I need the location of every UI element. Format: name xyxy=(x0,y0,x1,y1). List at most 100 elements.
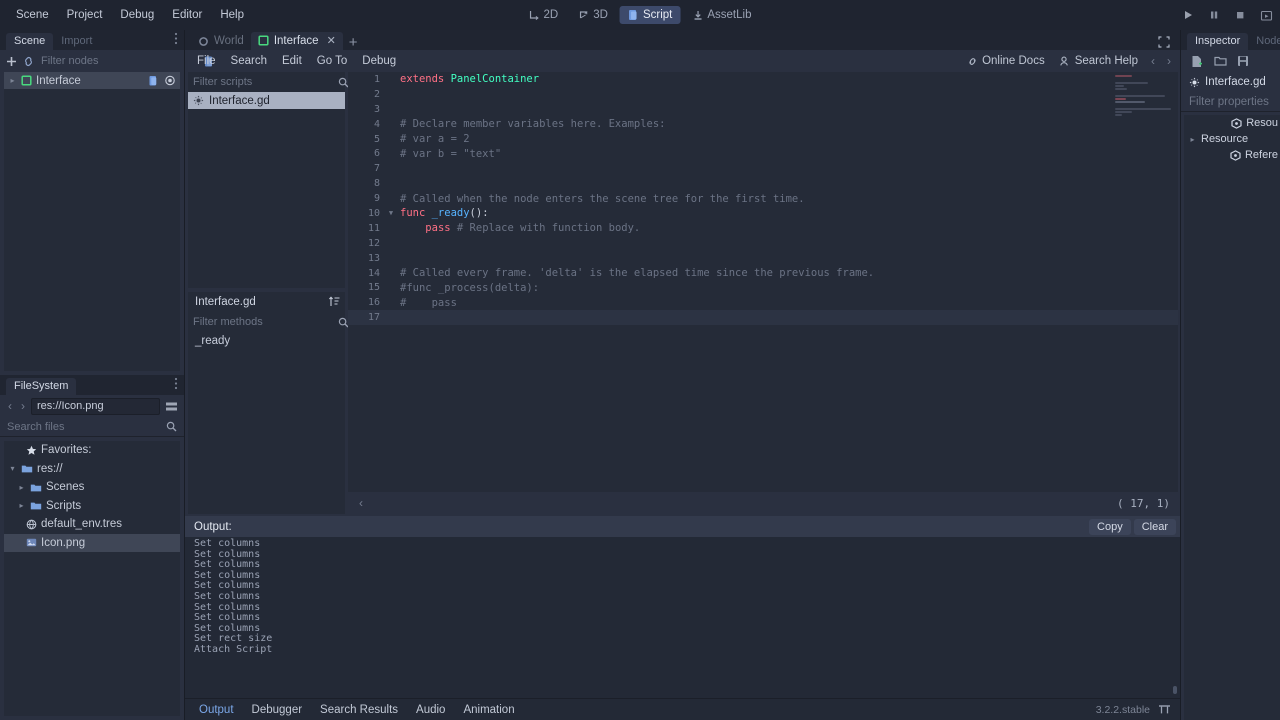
filesystem-tree[interactable]: Favorites: ▾ res:// ▸ Scenes ▸ Scripts d… xyxy=(4,441,180,716)
clear-button[interactable]: Clear xyxy=(1133,518,1176,535)
code-line[interactable]: 15 #func _process(delta): xyxy=(348,280,1178,295)
close-icon[interactable]: ✕ xyxy=(327,34,336,47)
chevron-right-icon[interactable]: ▸ xyxy=(1188,135,1197,144)
filter-methods-field[interactable] xyxy=(188,312,349,332)
code-line[interactable]: 2 xyxy=(348,87,1178,102)
menu-project[interactable]: Project xyxy=(59,6,111,24)
output-log[interactable]: Set columns Set columns Set columns Set col… xyxy=(185,537,1180,698)
output-scrollbar[interactable] xyxy=(1173,686,1177,694)
history-next-icon[interactable]: › xyxy=(1164,54,1174,68)
filesystem-item-favorites[interactable]: Favorites: xyxy=(4,441,180,460)
code-line[interactable]: 16 # pass xyxy=(348,295,1178,310)
code-line[interactable]: 1 extends PanelContainer xyxy=(348,72,1178,87)
script-menu-search[interactable]: Search xyxy=(224,53,274,69)
filesystem-item-default-env[interactable]: default_env.tres xyxy=(4,515,180,534)
filter-nodes-field[interactable] xyxy=(39,54,199,68)
menu-debug[interactable]: Debug xyxy=(112,6,162,24)
scene-tab-world[interactable]: World xyxy=(191,33,251,50)
code-line[interactable]: 3 xyxy=(348,102,1178,117)
code-line[interactable]: 13 xyxy=(348,251,1178,266)
dock-tab-import[interactable]: Import xyxy=(53,33,100,50)
filesystem-item-res-root[interactable]: ▾ res:// xyxy=(4,460,180,479)
path-forward-icon[interactable]: › xyxy=(18,399,28,413)
online-docs-button[interactable]: Online Docs xyxy=(963,53,1049,69)
code-editor[interactable]: 1 extends PanelContainer 2 3 4 # Declare memb… xyxy=(348,72,1178,492)
path-back-icon[interactable]: ‹ xyxy=(5,399,15,413)
dock-tab-inspector[interactable]: Inspector xyxy=(1187,33,1249,50)
stop-icon[interactable] xyxy=(1232,7,1248,23)
code-line[interactable]: 14 # Called every frame. 'delta' is the e… xyxy=(348,266,1178,281)
filesystem-item-icon-png[interactable]: Icon.png xyxy=(4,533,180,552)
sort-members-icon[interactable] xyxy=(328,296,341,308)
filesystem-search-field[interactable] xyxy=(0,417,184,437)
status-tab-debugger[interactable]: Debugger xyxy=(244,702,311,718)
new-resource-icon[interactable] xyxy=(1189,53,1205,69)
code-minimap[interactable] xyxy=(1112,74,1174,126)
inspector-resource-row[interactable]: Interface.gd xyxy=(1181,72,1280,92)
code-line[interactable]: 6 # var b = "text" xyxy=(348,146,1178,161)
dock-tab-node[interactable]: Node xyxy=(1248,33,1280,50)
code-line[interactable]: 5 # var a = 2 xyxy=(348,132,1178,147)
script-list-item-interface-gd[interactable]: Interface.gd xyxy=(188,92,345,109)
history-prev-icon[interactable]: ‹ xyxy=(1148,54,1158,68)
layout-icon[interactable] xyxy=(1158,704,1171,715)
distraction-free-icon[interactable] xyxy=(1158,36,1170,48)
mode-button-2d[interactable]: 2D xyxy=(521,6,567,24)
menu-scene[interactable]: Scene xyxy=(8,6,57,24)
filesystem-path-field[interactable]: res://Icon.png xyxy=(31,397,160,415)
script-menu-edit[interactable]: Edit xyxy=(275,53,309,69)
attached-script-icon[interactable] xyxy=(148,75,159,87)
instance-child-scene-icon[interactable] xyxy=(22,53,35,69)
filesystem-item-scenes[interactable]: ▸ Scenes xyxy=(4,478,180,497)
search-help-button[interactable]: Search Help xyxy=(1055,53,1142,69)
member-item-ready[interactable]: _ready xyxy=(188,332,345,349)
script-menu-goto[interactable]: Go To xyxy=(310,53,354,69)
code-line[interactable]: 8 xyxy=(348,176,1178,191)
load-resource-icon[interactable] xyxy=(1212,53,1228,69)
inspector-prop-resource-class[interactable]: Resou xyxy=(1184,115,1280,131)
filter-scripts-field[interactable] xyxy=(188,72,349,92)
inspector-filter-field[interactable]: Filter properties xyxy=(1181,92,1280,112)
status-tab-search-results[interactable]: Search Results xyxy=(312,702,406,718)
code-line[interactable]: 10 ▼ func _ready(): xyxy=(348,206,1178,221)
play-icon[interactable] xyxy=(1180,7,1196,23)
mode-button-script[interactable]: Script xyxy=(619,6,681,24)
inspector-prop-resource-section[interactable]: ▸ Resource xyxy=(1184,131,1280,147)
mode-button-3d[interactable]: 3D xyxy=(570,6,616,24)
chevron-down-icon[interactable]: ▾ xyxy=(8,464,17,473)
pause-icon[interactable] xyxy=(1206,7,1222,23)
members-overview-list[interactable]: _ready xyxy=(188,332,345,514)
play-custom-scene-icon[interactable] xyxy=(1258,7,1274,23)
statusbar-collapse-icon[interactable]: ‹ xyxy=(356,496,366,510)
inspector-prop-reference-class[interactable]: Refere xyxy=(1184,147,1280,163)
code-line[interactable]: 17 xyxy=(348,310,1178,326)
scene-tree[interactable]: ▸ Interface xyxy=(4,72,180,371)
chevron-right-icon[interactable]: ▸ xyxy=(8,76,17,85)
menu-editor[interactable]: Editor xyxy=(164,6,210,24)
chevron-right-icon[interactable]: ▸ xyxy=(17,483,26,492)
menu-help[interactable]: Help xyxy=(212,6,252,24)
script-list[interactable]: Interface.gd xyxy=(188,92,345,288)
filesystem-search-input[interactable] xyxy=(7,420,163,433)
scene-tab-interface[interactable]: Interface ✕ xyxy=(250,32,343,50)
mode-button-assetlib[interactable]: AssetLib xyxy=(684,6,759,24)
scene-tree-row-interface[interactable]: ▸ Interface xyxy=(4,72,180,89)
script-menu-file[interactable]: File xyxy=(190,53,223,69)
code-line[interactable]: 7 xyxy=(348,161,1178,176)
inspector-properties[interactable]: Resou ▸ Resource Refere xyxy=(1184,115,1280,720)
add-node-icon[interactable] xyxy=(5,53,18,69)
dock-options-icon[interactable] xyxy=(174,32,178,45)
add-scene-tab-icon[interactable]: + xyxy=(343,35,364,50)
code-line[interactable]: 4 # Declare member variables here. Exampl… xyxy=(348,117,1178,132)
filter-scripts-input[interactable] xyxy=(193,76,335,88)
filesystem-options-icon[interactable] xyxy=(174,377,178,390)
filter-nodes-input[interactable] xyxy=(41,54,183,67)
filesystem-item-scripts[interactable]: ▸ Scripts xyxy=(4,497,180,516)
code-line[interactable]: 9 # Called when the node enters the scene… xyxy=(348,191,1178,206)
toggle-split-mode-icon[interactable] xyxy=(163,398,179,414)
chevron-right-icon[interactable]: ▸ xyxy=(17,501,26,510)
code-line[interactable]: 11 pass # Replace with function body. xyxy=(348,221,1178,236)
save-resource-icon[interactable] xyxy=(1235,53,1251,69)
code-line[interactable]: 12 xyxy=(348,236,1178,251)
dock-tab-scene[interactable]: Scene xyxy=(6,33,54,50)
